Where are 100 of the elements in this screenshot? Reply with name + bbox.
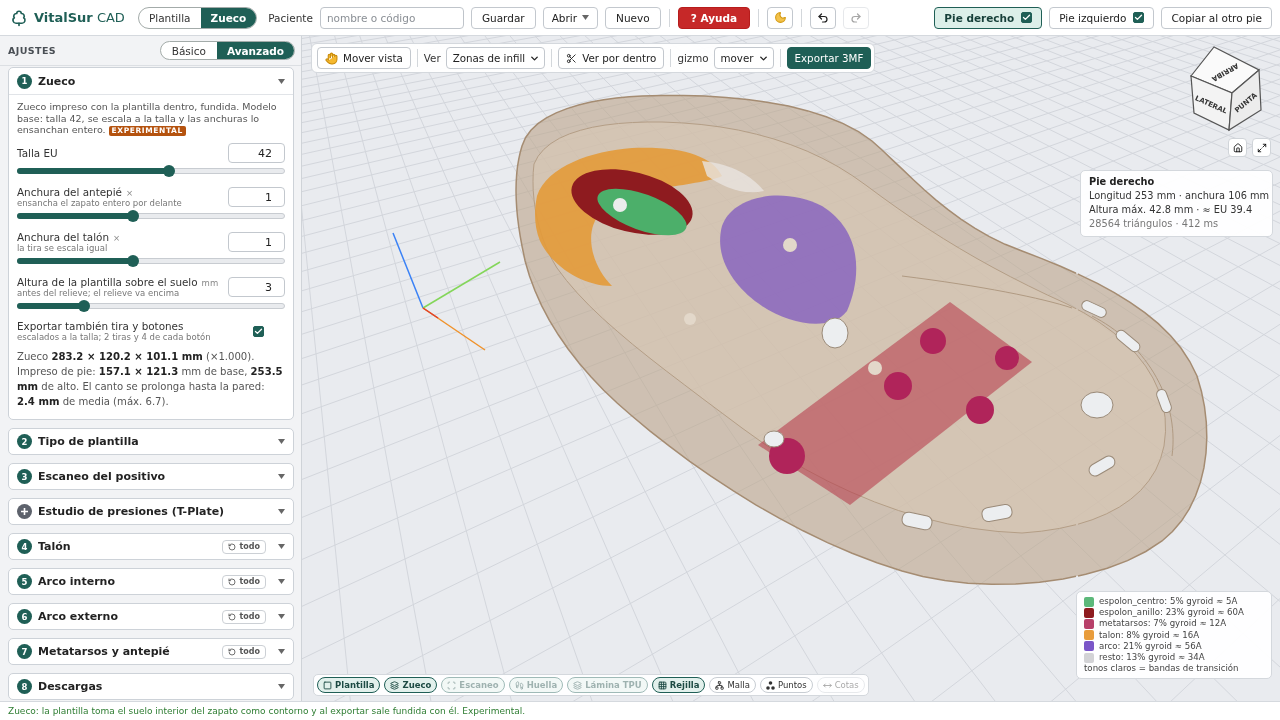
layer-toggle[interactable]: Puntos	[759, 677, 813, 693]
network-icon	[715, 680, 725, 690]
section-title[interactable]: Zueco	[38, 74, 76, 88]
dots-icon	[765, 680, 775, 690]
caret-icon[interactable]	[278, 474, 285, 479]
number-input[interactable]: 3	[228, 277, 285, 297]
layers-icon	[390, 680, 400, 690]
legend-label: arco: 21% gyroid ≈ 56A	[1099, 640, 1202, 652]
file-button[interactable]: Guardar	[470, 6, 536, 29]
layers-icon	[573, 680, 583, 690]
field-label: Altura de la plantilla sobre el suelo	[17, 276, 198, 288]
gizmo-select[interactable]: mover	[713, 47, 774, 69]
reset-icon	[228, 647, 237, 656]
slider-track[interactable]	[17, 255, 285, 267]
section-number: 6	[17, 609, 32, 624]
field-label: Talla EU	[17, 147, 58, 159]
copy-button[interactable]: Copiar al otro pie	[1161, 6, 1272, 29]
slider-track[interactable]	[17, 300, 285, 312]
caret-icon[interactable]	[278, 544, 285, 549]
layer-toggle[interactable]: Plantilla	[317, 677, 381, 693]
foot-button[interactable]: Pie derecho	[934, 6, 1043, 29]
slider-track[interactable]	[17, 210, 285, 222]
caret-icon[interactable]	[278, 649, 285, 654]
export-button[interactable]: Exportar 3MF	[786, 47, 872, 69]
reset-icon	[228, 542, 237, 551]
number-input[interactable]: 1	[228, 232, 285, 252]
level-tab[interactable]: Básico	[160, 42, 217, 59]
layer-toggle[interactable]: Zueco	[384, 677, 438, 693]
legend-label: talon: 8% gyroid ≈ 16A	[1099, 629, 1200, 641]
help-button[interactable]: ? Ayuda	[677, 6, 751, 29]
section-title[interactable]: Estudio de presiones (T-Plate)	[38, 505, 225, 518]
level-tab[interactable]: Avanzado	[216, 42, 294, 59]
section-number: 5	[17, 574, 32, 589]
field-label: Anchura del talón	[17, 231, 109, 243]
tree-icon	[10, 8, 28, 27]
caret-icon[interactable]	[278, 509, 285, 514]
number-input[interactable]: 1	[228, 187, 285, 207]
reset-button[interactable]: todo	[222, 574, 266, 589]
home-icon	[1232, 142, 1243, 153]
slider-track[interactable]	[17, 165, 285, 177]
file-button[interactable]: Abrir	[542, 6, 599, 29]
gizmo-label: gizmo	[677, 52, 709, 64]
checkbox[interactable]	[253, 325, 264, 337]
section-title[interactable]: Talón	[38, 540, 71, 553]
info-meta: 28564 triángulos · 412 ms	[1089, 217, 1220, 231]
checkbox[interactable]	[1133, 12, 1145, 23]
caret-icon[interactable]	[278, 78, 285, 84]
reset-button[interactable]: todo	[222, 609, 266, 624]
pan-button[interactable]: Mover vista	[317, 47, 411, 69]
mode-tab[interactable]: Plantilla	[138, 7, 201, 28]
dimensions-summary: Zueco 283.2 × 120.2 × 101.1 mm (×1.000). Impreso de pie: 157.1 × 121.3 mm de base, 253.5 mm de alto. El canto se prolonga hasta la pared: 2.4 mm de media (máx. 6.7).	[17, 350, 284, 409]
grid-icon	[657, 680, 667, 690]
checkbox[interactable]	[1021, 12, 1033, 23]
caret-icon[interactable]	[278, 439, 285, 444]
section-title[interactable]: Metatarsos y antepié	[38, 645, 170, 658]
hint-text: escalados a la talla; 2 tiras y 4 de cada botón	[17, 332, 211, 342]
patient-input[interactable]: nombre o código	[319, 6, 464, 29]
section-title[interactable]: Descargas	[38, 680, 103, 693]
check-icon	[1022, 13, 1032, 22]
section-title[interactable]: Tipo de plantilla	[38, 435, 139, 448]
caret-icon[interactable]	[278, 614, 285, 619]
section-number: 8	[17, 679, 32, 694]
undo-button[interactable]	[810, 6, 837, 29]
slider-thumb[interactable]	[78, 300, 91, 312]
section-title[interactable]: Arco externo	[38, 610, 118, 623]
legend-label: metatarsos: 7% gyroid ≈ 12A	[1099, 618, 1227, 630]
section-title[interactable]: Arco interno	[38, 575, 115, 588]
home-view-button[interactable]	[1228, 138, 1247, 157]
section-view-button[interactable]: Ver por dentro	[558, 47, 665, 69]
reset-icon	[228, 612, 237, 621]
reset-button[interactable]: todo	[222, 644, 266, 659]
foot-button[interactable]: Pie izquierdo	[1049, 6, 1155, 29]
view-select[interactable]: Zonas de infill	[445, 47, 546, 69]
section-title[interactable]: Escaneo del positivo	[38, 470, 166, 483]
reset-icon	[228, 577, 237, 586]
fit-view-button[interactable]	[1252, 138, 1271, 157]
legend-label: espolon_centro: 5% gyroid ≈ 5A	[1099, 596, 1238, 608]
plus-icon	[17, 504, 32, 519]
caret-icon	[582, 15, 590, 20]
moon-icon	[773, 11, 787, 24]
patient-label: Paciente	[268, 11, 313, 24]
undo-icon	[817, 11, 830, 24]
info-line: Altura máx. 42.8 mm · ≈ EU 39.4	[1089, 203, 1254, 217]
slider-thumb[interactable]	[127, 210, 140, 222]
view-label: Ver	[423, 52, 441, 64]
caret-icon[interactable]	[278, 684, 285, 689]
scan-frame-icon	[447, 680, 457, 690]
info-title: Pie derecho	[1089, 175, 1156, 189]
caret-icon[interactable]	[278, 579, 285, 584]
check-icon	[1134, 13, 1144, 22]
mode-tab[interactable]: Zueco	[200, 7, 257, 28]
slider-thumb[interactable]	[127, 255, 140, 267]
number-input[interactable]: 42	[228, 143, 285, 163]
slider-thumb[interactable]	[162, 165, 175, 177]
file-button[interactable]: Nuevo	[605, 6, 661, 29]
redo-icon	[850, 11, 863, 24]
layer-toggle[interactable]: Malla	[709, 677, 756, 693]
legend-note: tonos claros = bandas de transición	[1084, 663, 1240, 675]
layer-toggle[interactable]: Rejilla	[651, 677, 706, 693]
reset-button[interactable]: todo	[222, 539, 266, 554]
